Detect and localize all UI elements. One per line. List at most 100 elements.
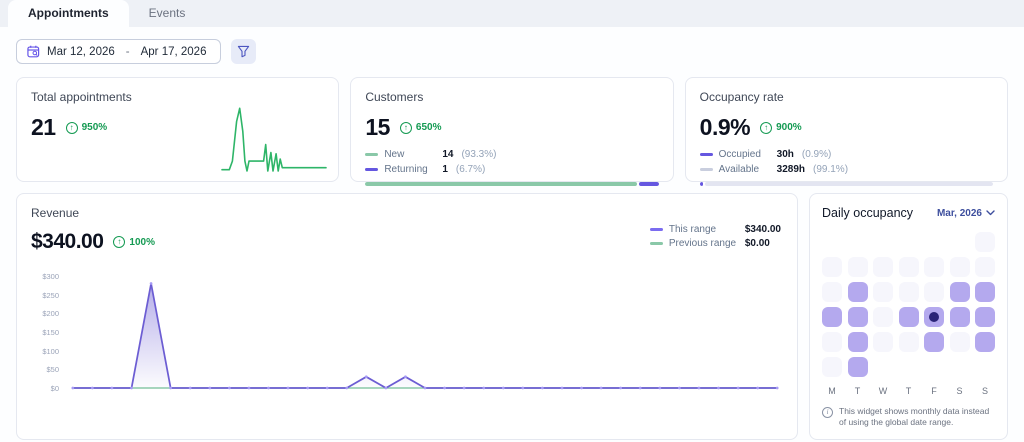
y-tick-label: $50 [46,365,59,374]
bar-segment [700,182,703,186]
calendar-day-cell[interactable] [873,257,893,277]
calendar-day-cell[interactable] [822,282,842,302]
daily-note: i This widget shows monthly data instead… [822,406,995,429]
previous-range-dash-icon [650,242,663,245]
tab-events[interactable]: Events [129,0,206,27]
today-dot [929,312,939,322]
y-tick-label: $200 [42,309,59,318]
card-occupancy-rate: Occupancy rate 0.9% ↑ 900% Occupied 30h … [685,77,1008,182]
this-range-dash-icon [650,228,663,231]
card-title: Daily occupancy [822,206,913,220]
calendar-day-cell[interactable] [899,282,919,302]
date-range-picker[interactable]: Mar 12, 2026 - Apr 17, 2026 [16,39,221,64]
change-badge: ↑ 950% [66,122,108,134]
calendar-icon [27,45,40,58]
calendar-day-cell[interactable] [950,257,970,277]
occupancy-stacked-bar [700,182,993,186]
revenue-chart: $300 $250 $200 $150 $100 $50 $0 [31,268,783,396]
arrow-up-icon: ↑ [113,236,125,248]
legend-row-occupied: Occupied 30h (0.9%) [700,149,993,160]
date-end: Apr 17, 2026 [141,46,207,58]
calendar-day-cell[interactable] [899,307,919,327]
weekday-label: S [950,386,970,396]
stats-row: Total appointments 21 ↑ 950% Customers 1… [16,77,1008,182]
calendar-day-cell[interactable] [950,332,970,352]
calendar-day-cell[interactable] [924,332,944,352]
calendar-day-cell[interactable] [822,332,842,352]
arrow-up-icon: ↑ [400,122,412,134]
revenue-value: $340.00 [31,230,103,254]
card-customers: Customers 15 ↑ 650% New 14 (93.3%) Retur… [350,77,673,182]
change-badge: ↑ 900% [760,122,802,134]
calendar-day-cell[interactable] [873,307,893,327]
calendar-day-cell[interactable] [975,257,995,277]
weekday-label: M [822,386,842,396]
card-daily-occupancy: Daily occupancy Mar, 2026 MTWTFSS i This… [809,193,1008,440]
calendar-day-cell[interactable] [924,307,944,327]
weekday-label: S [975,386,995,396]
calendar-day-cell[interactable] [848,332,868,352]
calendar-day-cell[interactable] [848,257,868,277]
customers-stacked-bar [365,182,658,186]
filter-funnel-icon [237,45,250,58]
legend-row-new: New 14 (93.3%) [365,149,658,160]
calendar-day-cell[interactable] [950,307,970,327]
card-title: Customers [365,90,658,104]
y-tick-label: $150 [42,328,59,337]
change-badge: ↑ 100% [113,236,155,248]
y-tick-label: $250 [42,291,59,300]
calendar-day-cell[interactable] [822,307,842,327]
calendar-day-cell[interactable] [975,307,995,327]
revenue-legend: This range $340.00 Previous range $0.00 [650,224,781,252]
calendar-day-cell[interactable] [848,282,868,302]
bar-segment [705,182,993,186]
toolbar: Mar 12, 2026 - Apr 17, 2026 [0,27,1024,66]
calendar-day-cell[interactable] [950,282,970,302]
calendar-day-cell[interactable] [899,332,919,352]
returning-dash-icon [365,168,378,171]
total-appointments-value: 21 [31,114,56,141]
calendar-day-cell[interactable] [848,357,868,377]
weekday-label: T [899,386,919,396]
y-tick-label: $0 [51,384,59,393]
tab-appointments[interactable]: Appointments [8,0,129,27]
available-dash-icon [700,168,713,171]
card-revenue: Revenue $340.00 ↑ 100% This range $340.0… [16,193,798,440]
calendar-day-cell[interactable] [924,257,944,277]
change-badge: ↑ 650% [400,122,442,134]
calendar-day-cell[interactable] [848,307,868,327]
legend-row-this-range: This range $340.00 [650,224,781,235]
calendar-day-cell[interactable] [975,282,995,302]
weekday-label: W [873,386,893,396]
calendar-day-cell[interactable] [975,332,995,352]
calendar-day-cell[interactable] [873,332,893,352]
card-title: Occupancy rate [700,90,993,104]
calendar-day-cell[interactable] [873,282,893,302]
filter-button[interactable] [231,39,256,64]
y-axis-labels: $300 $250 $200 $150 $100 $50 $0 [31,268,67,396]
arrow-up-icon: ↑ [760,122,772,134]
arrow-up-icon: ↑ [66,122,78,134]
calendar-day-cell[interactable] [822,357,842,377]
month-dropdown[interactable]: Mar, 2026 [937,208,995,219]
date-start: Mar 12, 2026 [47,46,115,58]
bottom-row: Revenue $340.00 ↑ 100% This range $340.0… [16,193,1008,440]
weekday-label: F [924,386,944,396]
calendar-day-cell[interactable] [975,232,995,252]
calendar-day-cell[interactable] [899,257,919,277]
y-tick-label: $100 [42,347,59,356]
bar-segment [639,182,659,186]
weekday-labels: MTWTFSS [822,386,995,396]
card-title: Revenue [31,206,783,220]
calendar-day-cell[interactable] [822,257,842,277]
date-separator: - [122,46,134,58]
occupied-dash-icon [700,153,713,156]
chevron-down-icon [986,210,995,216]
bar-segment [365,182,637,186]
customers-value: 15 [365,114,390,141]
calendar-day-cell[interactable] [924,282,944,302]
y-tick-label: $300 [42,272,59,281]
occupancy-calendar-grid [822,232,995,377]
revenue-area-chart [67,268,783,396]
tab-bar: Appointments Events [0,0,1024,27]
